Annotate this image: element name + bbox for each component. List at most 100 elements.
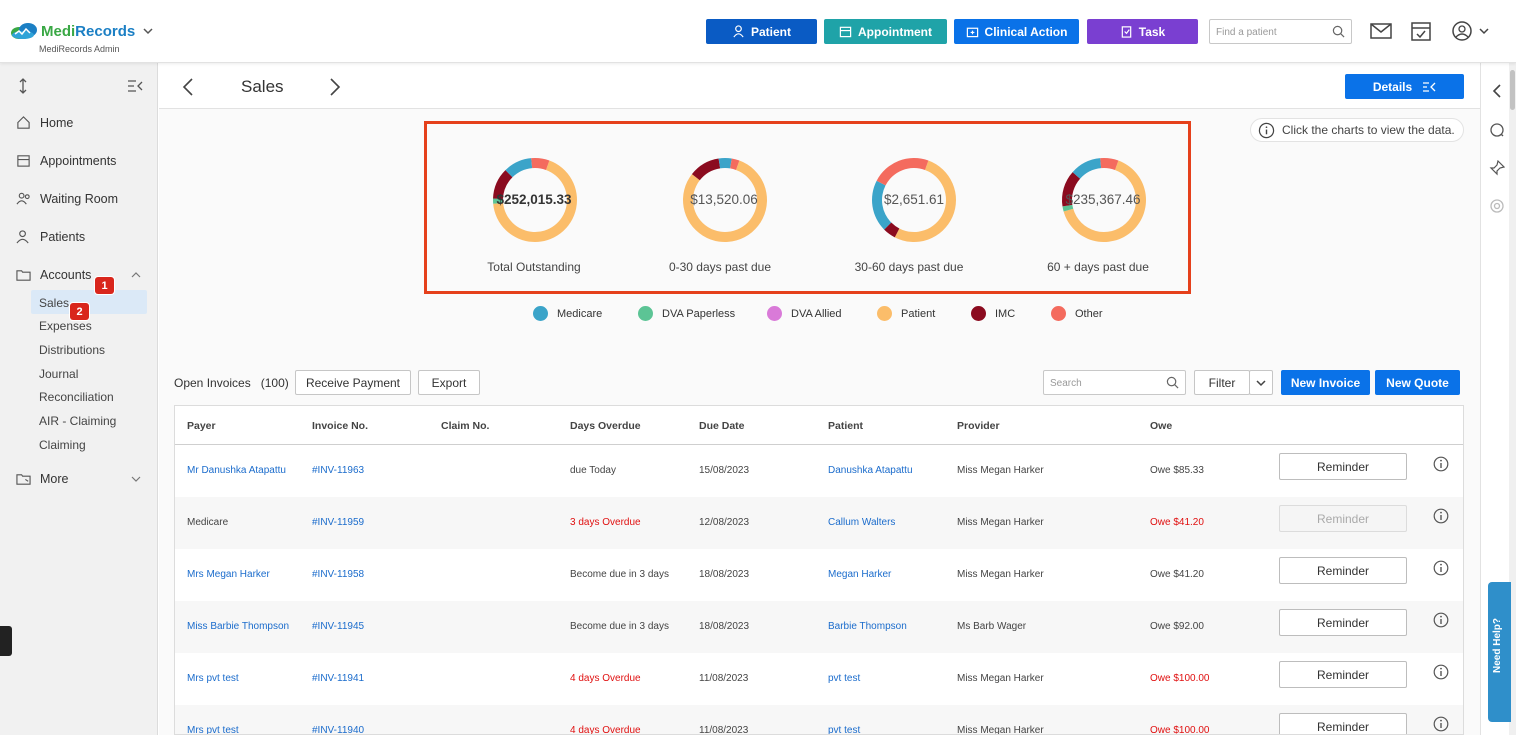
- legend-item-other[interactable]: Other: [1051, 306, 1103, 321]
- export-button[interactable]: Export: [418, 370, 480, 395]
- column-header-days-overdue[interactable]: Days Overdue: [570, 420, 641, 432]
- reminder-button[interactable]: Reminder: [1279, 713, 1407, 734]
- sidebar-item-appointments[interactable]: Appointments: [16, 153, 116, 168]
- table-row[interactable]: Mrs pvt test #INV-11941 4 days Overdue 11/0…: [175, 653, 1463, 705]
- donut-slice-other[interactable]: [876, 158, 929, 186]
- legend-item-patient[interactable]: Patient: [877, 306, 935, 321]
- column-header-patient[interactable]: Patient: [828, 420, 863, 432]
- calendar-check-icon[interactable]: [1409, 20, 1433, 42]
- pin-icon[interactable]: [1489, 160, 1505, 176]
- info-icon[interactable]: [1433, 612, 1449, 628]
- table-row[interactable]: Mrs Megan Harker #INV-11958 Become due in …: [175, 549, 1463, 601]
- sidebar-sub-air-claiming[interactable]: AIR - Claiming: [39, 414, 116, 428]
- info-icon[interactable]: [1433, 456, 1449, 472]
- legend-item-imc[interactable]: IMC: [971, 306, 1015, 321]
- new-patient-button[interactable]: Patient: [706, 19, 817, 44]
- sidebar-item-more[interactable]: More: [16, 471, 68, 486]
- column-header-due-date[interactable]: Due Date: [699, 420, 745, 432]
- invoice-number-link[interactable]: #INV-11958: [312, 569, 364, 580]
- left-edge-widget[interactable]: [0, 626, 12, 656]
- table-row[interactable]: Miss Barbie Thompson #INV-11945 Become due…: [175, 601, 1463, 653]
- resize-vertical-icon[interactable]: [17, 78, 29, 94]
- forward-arrow-icon[interactable]: [328, 77, 342, 97]
- table-row[interactable]: Mrs pvt test #INV-11940 4 days Overdue 11/0…: [175, 705, 1463, 734]
- invoice-search-input[interactable]: Search: [1043, 370, 1186, 395]
- sidebar-item-accounts[interactable]: Accounts: [16, 267, 91, 282]
- payer-cell[interactable]: Mrs pvt test: [187, 725, 239, 734]
- sidebar-item-patients[interactable]: Patients: [16, 229, 85, 244]
- info-icon[interactable]: [1433, 508, 1449, 524]
- legend-item-medicare[interactable]: Medicare: [533, 306, 602, 321]
- payer-cell[interactable]: Mrs Megan Harker: [187, 569, 270, 580]
- column-header-invoice-no[interactable]: Invoice No.: [312, 420, 368, 432]
- table-row[interactable]: Medicare #INV-11959 3 days Overdue 12/08/20…: [175, 497, 1463, 549]
- invoice-number-link[interactable]: #INV-11941: [312, 673, 364, 684]
- sidebar-sub-journal[interactable]: Journal: [39, 367, 78, 381]
- sidebar-sub-sales[interactable]: Sales: [39, 296, 69, 310]
- scrollbar-thumb[interactable]: [1510, 70, 1515, 110]
- chevron-down-icon[interactable]: [131, 474, 141, 484]
- new-invoice-button[interactable]: New Invoice: [1281, 370, 1370, 395]
- reminder-button[interactable]: Reminder: [1279, 505, 1407, 532]
- payer-cell[interactable]: Miss Barbie Thompson: [187, 621, 289, 632]
- sidebar-item-waiting-room[interactable]: Waiting Room: [16, 191, 118, 206]
- filter-dropdown-button[interactable]: [1249, 370, 1273, 395]
- back-arrow-icon[interactable]: [181, 77, 195, 97]
- reminder-button[interactable]: Reminder: [1279, 661, 1407, 688]
- need-help-widget[interactable]: Need Help?: [1488, 582, 1511, 722]
- filter-button[interactable]: Filter: [1194, 370, 1250, 395]
- invoice-number-link[interactable]: #INV-11945: [312, 621, 364, 632]
- info-icon[interactable]: [1433, 664, 1449, 680]
- search-icon[interactable]: [1332, 25, 1345, 38]
- sidebar-sub-expenses[interactable]: Expenses: [39, 319, 92, 333]
- owe-cell: Owe $92.00: [1150, 621, 1204, 632]
- search-icon[interactable]: [1166, 376, 1179, 389]
- patient-link[interactable]: Barbie Thompson: [828, 621, 907, 632]
- reminder-button[interactable]: Reminder: [1279, 557, 1407, 584]
- info-icon[interactable]: [1433, 560, 1449, 576]
- invoice-number-link[interactable]: #INV-11940: [312, 725, 364, 734]
- sidebar-item-home[interactable]: Home: [16, 115, 73, 130]
- collapse-sidebar-icon[interactable]: [127, 79, 143, 93]
- chat-icon[interactable]: [1489, 122, 1505, 138]
- donut-slice-medicare[interactable]: [1072, 158, 1102, 179]
- payer-cell[interactable]: Mrs pvt test: [187, 673, 239, 684]
- invoice-number-link[interactable]: #INV-11963: [312, 465, 364, 476]
- donut-slice-medicare[interactable]: [718, 158, 732, 169]
- table-row[interactable]: Mr Danushka Atapattu #INV-11963 due Today 1…: [175, 445, 1463, 497]
- chevron-left-icon[interactable]: [1489, 83, 1505, 99]
- new-quote-button[interactable]: New Quote: [1375, 370, 1460, 395]
- legend-item-dva-allied[interactable]: DVA Allied: [767, 306, 842, 321]
- patient-link[interactable]: Callum Walters: [828, 517, 895, 528]
- info-icon[interactable]: [1433, 716, 1449, 732]
- chevron-down-icon[interactable]: [143, 26, 153, 36]
- new-appointment-button[interactable]: Appointment: [824, 19, 947, 44]
- mail-icon[interactable]: [1369, 20, 1393, 42]
- column-header-owe[interactable]: Owe: [1150, 420, 1172, 432]
- column-header-provider[interactable]: Provider: [957, 420, 1000, 432]
- patient-link[interactable]: pvt test: [828, 673, 860, 684]
- new-task-button[interactable]: Task: [1087, 19, 1198, 44]
- at-sign-icon[interactable]: [1489, 198, 1505, 214]
- legend-item-dva-paperless[interactable]: DVA Paperless: [638, 306, 735, 321]
- patient-link[interactable]: pvt test: [828, 725, 860, 734]
- sidebar-sub-distributions[interactable]: Distributions: [39, 343, 105, 357]
- payer-cell[interactable]: Mr Danushka Atapattu: [187, 465, 286, 476]
- patient-link[interactable]: Megan Harker: [828, 569, 891, 580]
- patient-link[interactable]: Danushka Atapattu: [828, 465, 913, 476]
- user-menu-icon[interactable]: [1450, 20, 1490, 42]
- sidebar-sub-claiming[interactable]: Claiming: [39, 438, 86, 452]
- chevron-up-icon[interactable]: [131, 270, 141, 280]
- app-logo[interactable]: MediRecords: [9, 22, 153, 40]
- receive-payment-button[interactable]: Receive Payment: [295, 370, 411, 395]
- reminder-button[interactable]: Reminder: [1279, 453, 1407, 480]
- column-header-payer[interactable]: Payer: [187, 420, 216, 432]
- donut-slice-imc[interactable]: [691, 158, 721, 181]
- find-patient-input[interactable]: Find a patient: [1209, 19, 1352, 44]
- column-header-claim-no[interactable]: Claim No.: [441, 420, 489, 432]
- sidebar-sub-reconciliation[interactable]: Reconciliation: [39, 390, 114, 404]
- details-button[interactable]: Details: [1345, 74, 1464, 99]
- invoice-number-link[interactable]: #INV-11959: [312, 517, 364, 528]
- clinical-action-button[interactable]: Clinical Action: [954, 19, 1079, 44]
- reminder-button[interactable]: Reminder: [1279, 609, 1407, 636]
